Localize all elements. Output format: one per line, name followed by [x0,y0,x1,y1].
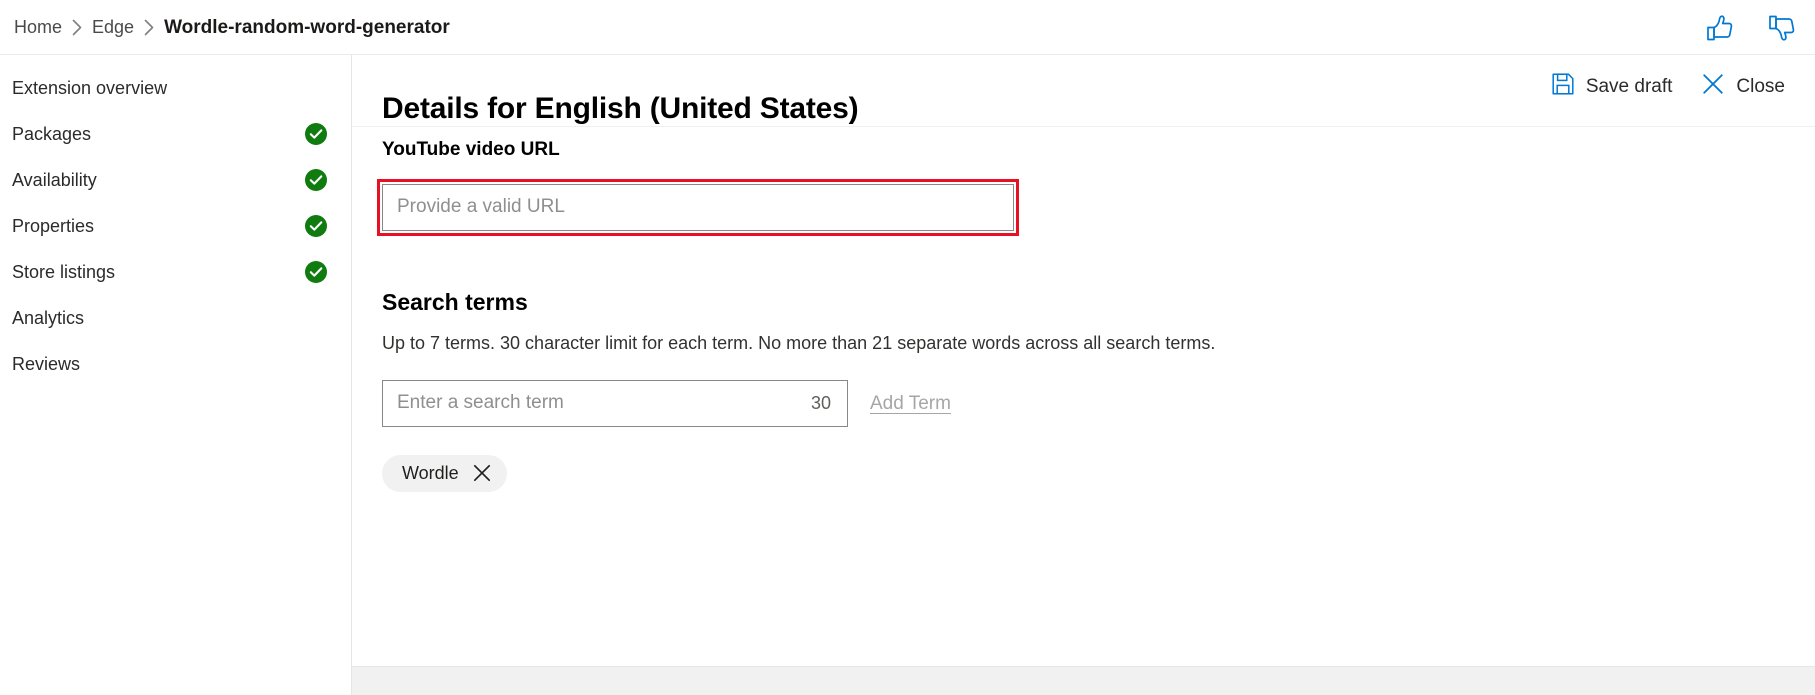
breadcrumb-item-edge[interactable]: Edge [90,18,136,36]
thumbs-up-icon[interactable] [1703,11,1737,45]
check-circle-icon [305,261,327,283]
sidebar-item-store-listings[interactable]: Store listings [0,249,351,295]
extension-details-page: Home Edge Wordle-random-word-generator [0,0,1815,695]
sidebar-item-analytics[interactable]: Analytics [0,295,351,341]
breadcrumb: Home Edge Wordle-random-word-generator [0,18,452,37]
search-term-chip: Wordle [382,455,507,492]
sidebar-nav: Extension overview Packages Availability… [0,55,352,695]
sidebar-item-reviews[interactable]: Reviews [0,341,351,387]
sidebar-item-label: Reviews [12,355,80,373]
sidebar-item-properties[interactable]: Properties [0,203,351,249]
search-term-input[interactable] [383,381,811,426]
thumbs-down-icon[interactable] [1765,11,1799,45]
save-draft-button[interactable]: Save draft [1550,69,1675,104]
details-form: YouTube video URL Search terms Up to 7 t… [352,139,1815,492]
main-header: Details for English (United States) Save… [352,55,1815,127]
close-button[interactable]: Close [1700,69,1787,104]
close-label: Close [1736,77,1785,96]
search-term-chip-list: Wordle [382,455,1785,492]
chevron-right-icon [136,19,162,36]
youtube-url-input[interactable] [382,184,1014,231]
close-x-icon [1702,73,1724,100]
save-floppy-icon [1552,73,1574,100]
add-term-button[interactable]: Add Term [870,394,951,413]
feedback-actions [1703,0,1799,55]
footer-strip [352,666,1815,695]
main-panel: Details for English (United States) Save… [352,55,1815,695]
youtube-url-field-wrapper [382,184,1014,231]
search-term-entry-row: 30 Add Term [382,380,1785,427]
close-x-icon[interactable] [473,464,491,482]
sidebar-item-label: Analytics [12,309,84,327]
save-draft-label: Save draft [1586,77,1673,96]
sidebar-item-label: Packages [12,125,91,143]
command-bar: Save draft Close [1550,69,1787,104]
top-bar: Home Edge Wordle-random-word-generator [0,0,1815,55]
sidebar-item-label: Store listings [12,263,115,281]
sidebar-item-packages[interactable]: Packages [0,111,351,157]
breadcrumb-item-current: Wordle-random-word-generator [162,18,452,37]
sidebar-item-availability[interactable]: Availability [0,157,351,203]
search-term-chip-label: Wordle [402,464,459,482]
search-terms-title: Search terms [382,289,1785,317]
page-title: Details for English (United States) [382,91,858,127]
check-circle-icon [305,169,327,191]
youtube-url-label: YouTube video URL [382,139,1785,162]
sidebar-item-label: Availability [12,171,97,189]
character-counter: 30 [811,394,847,412]
sidebar-item-extension-overview[interactable]: Extension overview [0,65,351,111]
search-terms-description: Up to 7 terms. 30 character limit for ea… [382,332,1785,355]
chevron-right-icon [64,19,90,36]
check-circle-icon [305,215,327,237]
search-term-input-box: 30 [382,380,848,427]
sidebar-item-label: Extension overview [12,79,167,97]
sidebar-item-label: Properties [12,217,94,235]
breadcrumb-item-home[interactable]: Home [12,18,64,36]
check-circle-icon [305,123,327,145]
